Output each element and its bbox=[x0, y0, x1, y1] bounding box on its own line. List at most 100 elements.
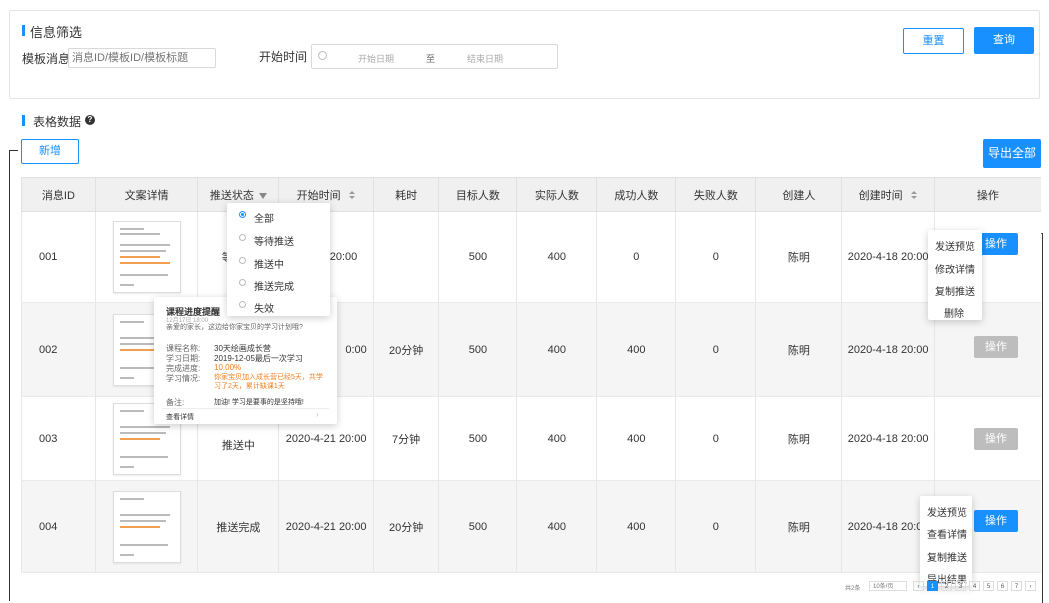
cell-fail: 0 bbox=[675, 396, 756, 481]
cell-success: 400 bbox=[596, 396, 676, 481]
table-row: 004 推送完成 2020-4-21 20:00 20分钟 500 400 40… bbox=[21, 480, 1041, 573]
row-2-action-button[interactable]: 操作 bbox=[974, 336, 1018, 358]
add-button[interactable]: 新增 bbox=[21, 139, 79, 164]
pager-total: 共2条 bbox=[845, 586, 861, 592]
message-thumbnail[interactable] bbox=[112, 221, 181, 293]
guide-line bbox=[1042, 233, 1043, 603]
cell-target: 500 bbox=[438, 302, 517, 397]
menu-edit-detail[interactable]: 修改详情 bbox=[935, 261, 975, 276]
cell-fail: 0 bbox=[675, 211, 756, 303]
menu-copy-push[interactable]: 复制推送 bbox=[935, 283, 975, 298]
page-size-select[interactable]: 10条/页 bbox=[869, 581, 907, 591]
range-separator: 至 bbox=[426, 54, 436, 64]
status-option-waiting[interactable]: 等待推送 bbox=[254, 233, 294, 248]
status-option-all[interactable]: 全部 bbox=[254, 210, 274, 225]
menu-view-detail[interactable]: 查看详情 bbox=[927, 526, 967, 541]
page-2[interactable]: 2 bbox=[941, 581, 952, 591]
header-creator: 创建人 bbox=[755, 177, 842, 212]
template-search-input[interactable] bbox=[68, 48, 216, 68]
preview-greeting: 亲爱的家长，这边给你家宝贝的学习计划哦? bbox=[166, 324, 303, 331]
cell-duration bbox=[372, 211, 439, 303]
table-row: 001 等待推 0-4-21 20:00 500 400 0 0 陈明 2020… bbox=[21, 211, 1041, 303]
cell-target: 500 bbox=[438, 211, 517, 303]
status-option-pushing[interactable]: 推送中 bbox=[254, 256, 284, 271]
row-3-action-button[interactable]: 操作 bbox=[974, 428, 1018, 450]
menu-copy-push[interactable]: 复制推送 bbox=[927, 549, 967, 564]
row-1-action-menu: 发送预览 修改详情 复制推送 删除 bbox=[928, 230, 982, 320]
section-marker bbox=[22, 25, 25, 36]
divider bbox=[162, 408, 329, 409]
radio-waiting[interactable] bbox=[239, 234, 246, 241]
cell-thumbnail[interactable] bbox=[94, 211, 198, 303]
header-created-time-label: 创建时间 bbox=[858, 189, 903, 202]
cell-created-time: 2020-4-18 20:00 bbox=[841, 211, 935, 303]
date-range-picker[interactable]: 开始日期 至 结束日期 bbox=[311, 44, 558, 69]
header-push-status-label: 推送状态 bbox=[209, 189, 254, 202]
cell-target: 500 bbox=[438, 396, 517, 481]
cell-fail: 0 bbox=[675, 302, 756, 397]
cell-success: 400 bbox=[596, 480, 676, 573]
row-4-action-menu: 发送预览 查看详情 复制推送 导出结果 bbox=[920, 496, 972, 586]
radio-pushing[interactable] bbox=[239, 257, 246, 264]
row-4-action-button[interactable]: 操作 bbox=[974, 510, 1018, 532]
header-created-time[interactable]: 创建时间 bbox=[841, 177, 935, 212]
prev-page-button[interactable]: ‹ bbox=[913, 581, 924, 591]
sort-icon[interactable] bbox=[347, 191, 356, 200]
cell-success: 400 bbox=[596, 302, 676, 397]
page-5[interactable]: 5 bbox=[983, 581, 994, 591]
status-option-done[interactable]: 推送完成 bbox=[254, 278, 294, 293]
page-1[interactable]: 1 bbox=[927, 581, 938, 591]
radio-all[interactable] bbox=[239, 211, 246, 218]
header-message-id: 消息ID bbox=[21, 177, 96, 212]
radio-done[interactable] bbox=[239, 279, 246, 286]
cell-target: 500 bbox=[438, 480, 517, 573]
cell-duration: 20分钟 bbox=[372, 480, 439, 573]
reset-button[interactable]: 重置 bbox=[903, 28, 964, 54]
cell-id: 003 bbox=[21, 396, 96, 481]
header-duration: 耗时 bbox=[372, 177, 439, 212]
cell-duration: 7分钟 bbox=[372, 396, 439, 481]
sort-icon[interactable] bbox=[909, 191, 918, 200]
header-copy-detail: 文案详情 bbox=[94, 177, 198, 212]
page-6[interactable]: 6 bbox=[997, 581, 1008, 591]
start-time-label: 开始时间 bbox=[259, 50, 308, 64]
table-section-title: 表格数据 bbox=[33, 115, 82, 129]
query-button[interactable]: 查询 bbox=[974, 27, 1034, 54]
filter-icon[interactable] bbox=[258, 192, 267, 199]
menu-send-preview[interactable]: 发送预览 bbox=[935, 238, 975, 253]
chevron-right-icon: › bbox=[316, 410, 319, 419]
cell-actual: 400 bbox=[516, 302, 597, 397]
cell-actual: 400 bbox=[516, 211, 597, 303]
export-all-button[interactable]: 导出全部 bbox=[983, 139, 1041, 168]
menu-delete[interactable]: 删除 bbox=[944, 305, 964, 320]
cell-duration: 20分钟 bbox=[372, 302, 439, 397]
preview-note-value: 加油! 学习是要事的是坚持哦! bbox=[214, 399, 304, 406]
question-circle-icon[interactable]: ? bbox=[85, 115, 95, 125]
menu-send-preview[interactable]: 发送预览 bbox=[927, 504, 967, 519]
cell-creator: 陈明 bbox=[755, 211, 842, 303]
header-target: 目标人数 bbox=[438, 177, 517, 212]
next-page-button[interactable]: › bbox=[1025, 581, 1036, 591]
cell-actual: 400 bbox=[516, 480, 597, 573]
preview-status-label: 学习情况: bbox=[166, 374, 201, 383]
preview-details-link[interactable]: 查看详情 bbox=[166, 412, 194, 422]
cell-status: 推送完成 bbox=[197, 480, 279, 573]
cell-success: 0 bbox=[596, 211, 676, 303]
cell-id: 001 bbox=[21, 211, 96, 303]
status-filter-dropdown: 全部 等待推送 推送中 推送完成 失效 bbox=[227, 203, 330, 316]
cell-creator: 陈明 bbox=[755, 302, 842, 397]
cell-thumbnail[interactable] bbox=[94, 480, 198, 573]
radio-invalid[interactable] bbox=[239, 301, 246, 308]
status-option-invalid[interactable]: 失效 bbox=[254, 300, 274, 315]
guide-line bbox=[9, 150, 18, 151]
message-thumbnail[interactable] bbox=[112, 490, 181, 563]
page-4[interactable]: 4 bbox=[969, 581, 980, 591]
page-3[interactable]: 3 bbox=[955, 581, 966, 591]
section-marker bbox=[22, 115, 25, 126]
table-header-row: 消息ID 文案详情 推送状态 开始时间 耗时 目标人数 实际人数 成功人数 失败… bbox=[21, 177, 1041, 212]
cell-start-time: 2020-4-21 20:00 bbox=[278, 480, 374, 573]
page-7[interactable]: 7 bbox=[1011, 581, 1022, 591]
start-date-input[interactable]: 开始日期 bbox=[358, 52, 394, 65]
end-date-input[interactable]: 结束日期 bbox=[467, 52, 503, 65]
message-preview-popover: 课程进度提醒 12月17日 18:00 ⋮ 亲爱的家长，这边给你家宝贝的学习计划… bbox=[154, 297, 337, 424]
